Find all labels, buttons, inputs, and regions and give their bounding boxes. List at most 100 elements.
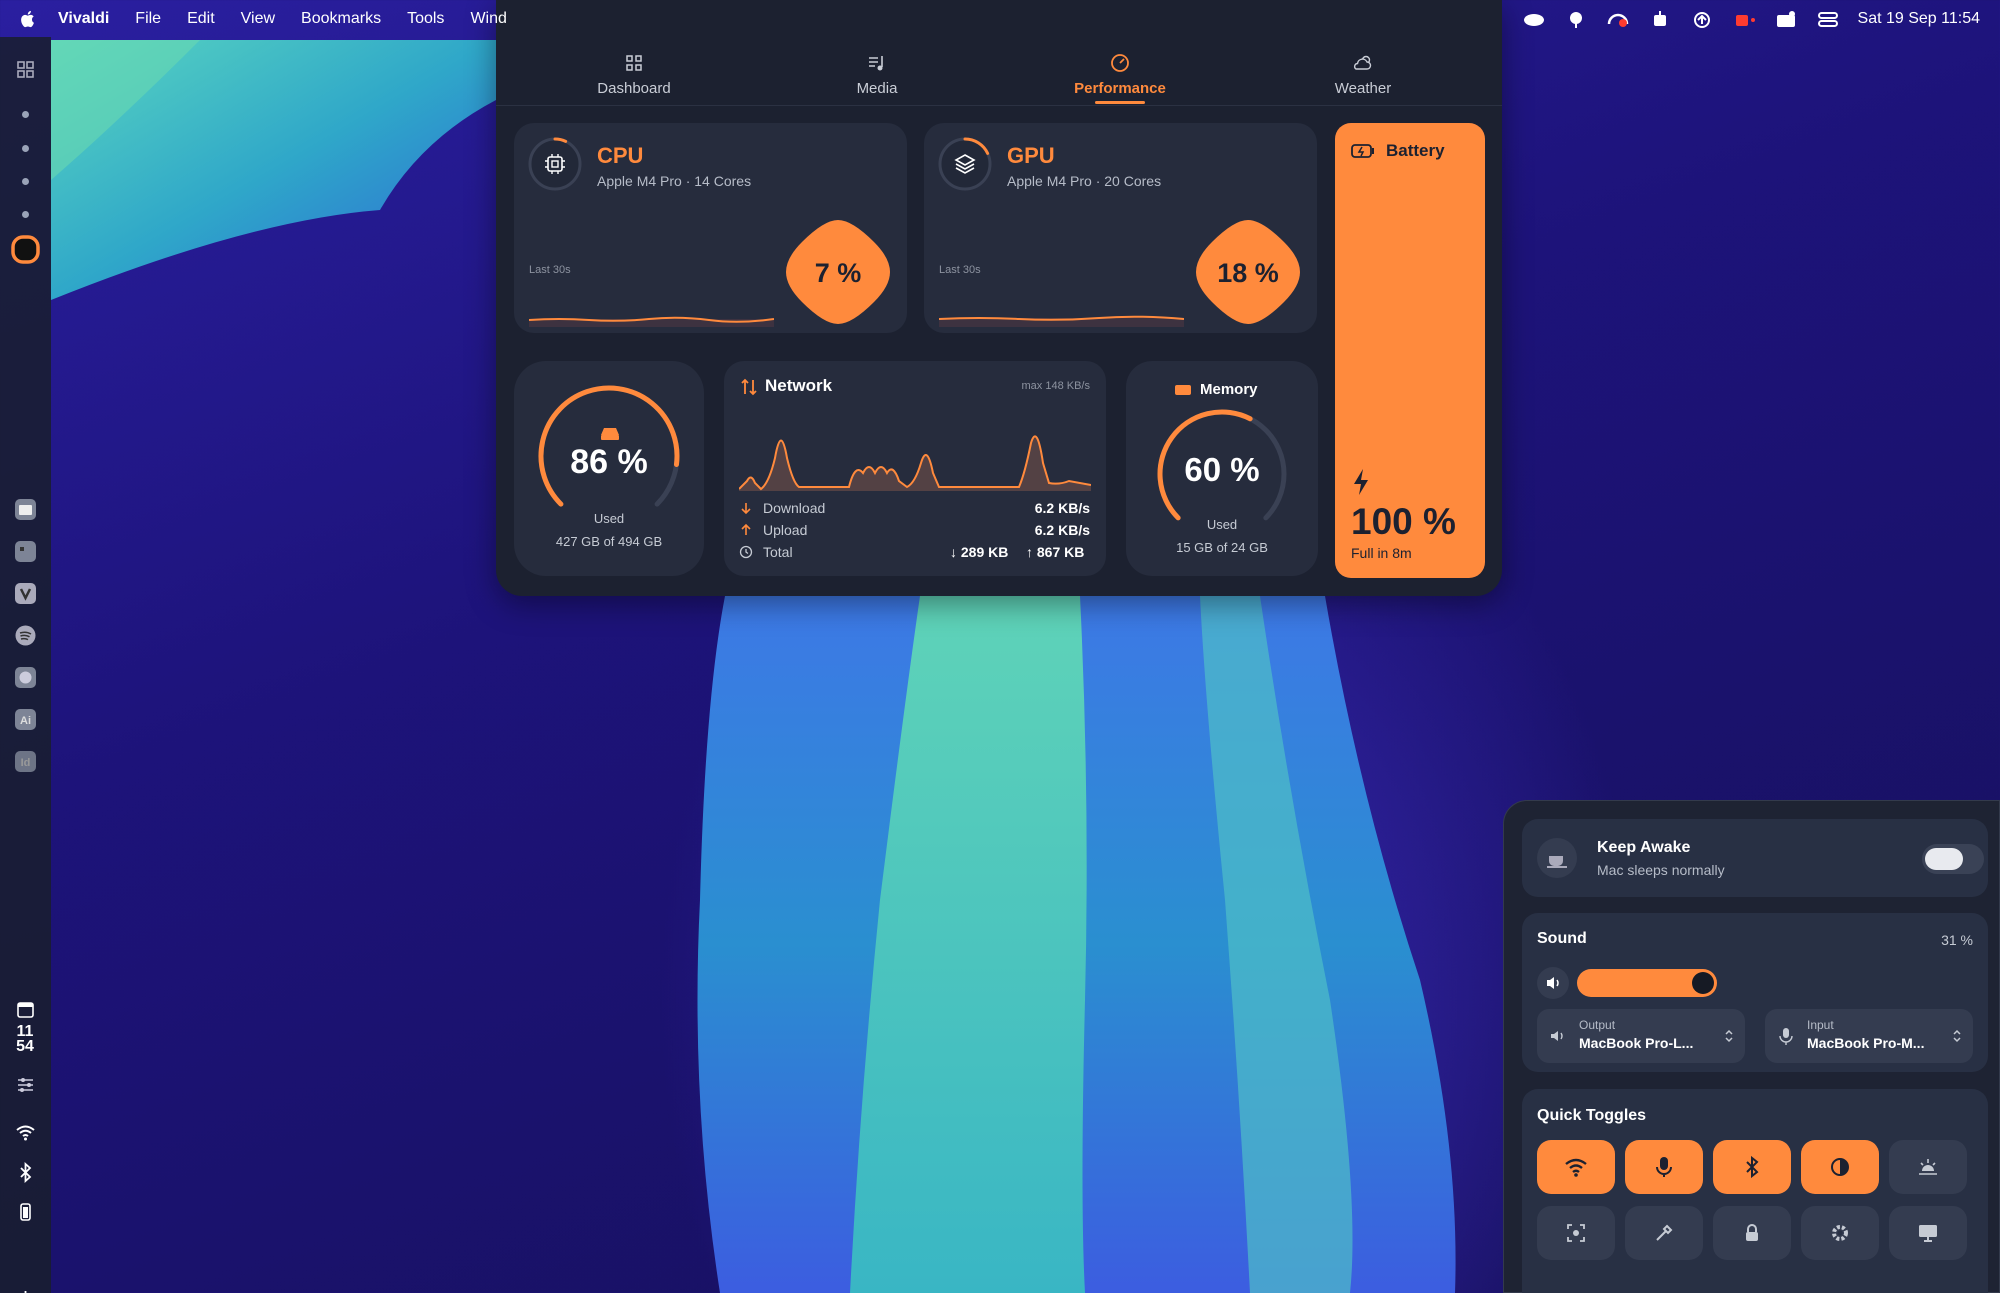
toggle-knob bbox=[1925, 848, 1963, 870]
disk-detail: 427 GB of 494 GB bbox=[555, 534, 663, 549]
memory-chip-icon bbox=[1175, 385, 1191, 395]
gpu-history-graph bbox=[939, 315, 1184, 327]
screenshot-toggle[interactable] bbox=[1537, 1206, 1615, 1260]
indesign-icon[interactable]: Id bbox=[12, 748, 39, 775]
contrast-toggle[interactable] bbox=[1801, 1140, 1879, 1194]
cloud-status-icon[interactable] bbox=[1522, 9, 1546, 29]
wifi-icon[interactable] bbox=[12, 1119, 39, 1146]
menu-app-name[interactable]: Vivaldi bbox=[38, 10, 122, 28]
chevron-updown-icon bbox=[1953, 1029, 1961, 1043]
speaker-icon[interactable] bbox=[1537, 967, 1569, 999]
network-title: Network bbox=[765, 376, 833, 395]
output-dropdown[interactable]: Output MacBook Pro-L... bbox=[1537, 1009, 1745, 1063]
grid-icon[interactable] bbox=[12, 56, 39, 83]
cloud-sun-icon bbox=[1353, 55, 1372, 70]
finder-icon[interactable] bbox=[12, 496, 39, 523]
menubar-clock[interactable]: Sat 19 Sep 11:54 bbox=[1858, 10, 1980, 28]
menu-window[interactable]: Wind bbox=[457, 10, 519, 28]
microphone-toggle[interactable] bbox=[1625, 1140, 1703, 1194]
control-center-panel: Keep Awake Mac sleeps normally Sound 31 … bbox=[1503, 800, 2000, 1293]
volume-slider[interactable] bbox=[1577, 969, 1717, 997]
menu-file[interactable]: File bbox=[122, 10, 174, 28]
control-center-icon[interactable] bbox=[1816, 9, 1840, 29]
input-dropdown[interactable]: Input MacBook Pro-M... bbox=[1765, 1009, 1973, 1063]
bluetooth-toggle[interactable] bbox=[1713, 1140, 1791, 1194]
tab-label: Dashboard bbox=[597, 80, 671, 97]
globe-app-icon[interactable] bbox=[12, 664, 39, 691]
sunrise-toggle[interactable] bbox=[1889, 1140, 1967, 1194]
memory-percent: 60 % bbox=[1184, 451, 1260, 488]
tab-weather[interactable]: Weather bbox=[1263, 40, 1463, 97]
cpu-title: CPU bbox=[597, 143, 644, 168]
tab-dashboard[interactable]: Dashboard bbox=[534, 40, 734, 97]
svg-text:Id: Id bbox=[21, 757, 31, 769]
memory-detail: 15 GB of 24 GB bbox=[1176, 540, 1268, 555]
display-toggle[interactable] bbox=[1889, 1206, 1967, 1260]
wifi-icon bbox=[1565, 1158, 1587, 1177]
gauge-icon bbox=[1111, 54, 1129, 72]
sunrise-icon bbox=[1919, 1159, 1937, 1175]
cpu-card[interactable]: CPU Apple M4 Pro · 14 Cores Last 30s 7 % bbox=[514, 123, 907, 333]
illustrator-icon[interactable]: Ai bbox=[12, 706, 39, 733]
tab-performance[interactable]: Performance bbox=[1020, 40, 1220, 104]
gpu-history-label: Last 30s bbox=[939, 264, 981, 276]
menu-edit[interactable]: Edit bbox=[174, 10, 228, 28]
red-app-status-icon[interactable] bbox=[1732, 9, 1756, 29]
battery-card[interactable]: Battery 100 % Full in 8m bbox=[1335, 123, 1485, 578]
battery-title: Battery bbox=[1386, 141, 1445, 160]
upload-value: 6.2 KB/s bbox=[1034, 522, 1090, 538]
space-dot[interactable] bbox=[22, 111, 29, 118]
gpu-title: GPU bbox=[1007, 143, 1055, 168]
network-card[interactable]: Network max 148 KB/s Download 6.2 KB/s U… bbox=[724, 361, 1106, 576]
bluetooth-icon[interactable] bbox=[12, 1159, 39, 1186]
volume-knob[interactable] bbox=[1692, 972, 1714, 994]
calendar-icon[interactable] bbox=[12, 997, 39, 1024]
left-sidebar: Ai Id 11 54 bbox=[0, 37, 51, 1293]
upload-status-icon[interactable] bbox=[1690, 9, 1714, 29]
robot-status-icon[interactable] bbox=[1648, 9, 1672, 29]
keep-awake-card[interactable]: Keep Awake Mac sleeps normally bbox=[1522, 819, 1988, 897]
memory-card[interactable]: Memory 60 % Used 15 GB of 24 GB bbox=[1126, 361, 1318, 576]
memory-label: Used bbox=[1206, 517, 1238, 532]
vivaldi-icon[interactable] bbox=[12, 580, 39, 607]
tab-label: Media bbox=[856, 80, 898, 97]
sliders-icon[interactable] bbox=[12, 1071, 39, 1098]
lock-icon bbox=[1746, 1224, 1758, 1241]
menu-view[interactable]: View bbox=[228, 10, 288, 28]
active-space-icon[interactable] bbox=[10, 234, 41, 265]
upload-arrow-icon bbox=[741, 523, 751, 535]
network-graph bbox=[739, 435, 1091, 491]
power-icon[interactable] bbox=[12, 1286, 39, 1293]
wifi-toggle[interactable] bbox=[1537, 1140, 1615, 1194]
tab-label: Performance bbox=[1074, 80, 1166, 97]
battery-status: Full in 8m bbox=[1351, 545, 1412, 561]
space-dot[interactable] bbox=[22, 178, 29, 185]
briefcase-status-icon[interactable] bbox=[1774, 9, 1798, 29]
lightning-icon bbox=[1354, 469, 1368, 495]
disk-card[interactable]: 86 % Used 427 GB of 494 GB bbox=[514, 361, 704, 576]
keep-awake-toggle[interactable] bbox=[1922, 844, 1984, 874]
spotify-icon[interactable] bbox=[12, 622, 39, 649]
terminal-icon[interactable] bbox=[12, 538, 39, 565]
clock-icon bbox=[739, 545, 753, 559]
microphone-input-icon bbox=[1779, 1028, 1793, 1045]
menu-bookmarks[interactable]: Bookmarks bbox=[288, 10, 394, 28]
space-dot[interactable] bbox=[22, 145, 29, 152]
gauge-status-icon[interactable] bbox=[1606, 9, 1630, 29]
pin-status-icon[interactable] bbox=[1564, 9, 1588, 29]
battery-percent: 100 % bbox=[1351, 501, 1456, 542]
tab-media[interactable]: Media bbox=[777, 40, 977, 97]
gpu-card[interactable]: GPU Apple M4 Pro · 20 Cores Last 30s 18 … bbox=[924, 123, 1317, 333]
lock-toggle[interactable] bbox=[1713, 1206, 1791, 1260]
output-label: Output bbox=[1579, 1018, 1616, 1032]
color-picker-icon bbox=[1656, 1224, 1673, 1241]
menu-tools[interactable]: Tools bbox=[394, 10, 457, 28]
color-picker-toggle[interactable] bbox=[1625, 1206, 1703, 1260]
settings-toggle[interactable] bbox=[1801, 1206, 1879, 1260]
keep-awake-title: Keep Awake bbox=[1597, 839, 1691, 856]
space-dot[interactable] bbox=[22, 211, 29, 218]
battery-icon[interactable] bbox=[12, 1198, 39, 1225]
download-label: Download bbox=[763, 500, 826, 516]
transfer-arrows-icon bbox=[741, 378, 757, 396]
apple-logo-icon[interactable] bbox=[18, 8, 38, 30]
